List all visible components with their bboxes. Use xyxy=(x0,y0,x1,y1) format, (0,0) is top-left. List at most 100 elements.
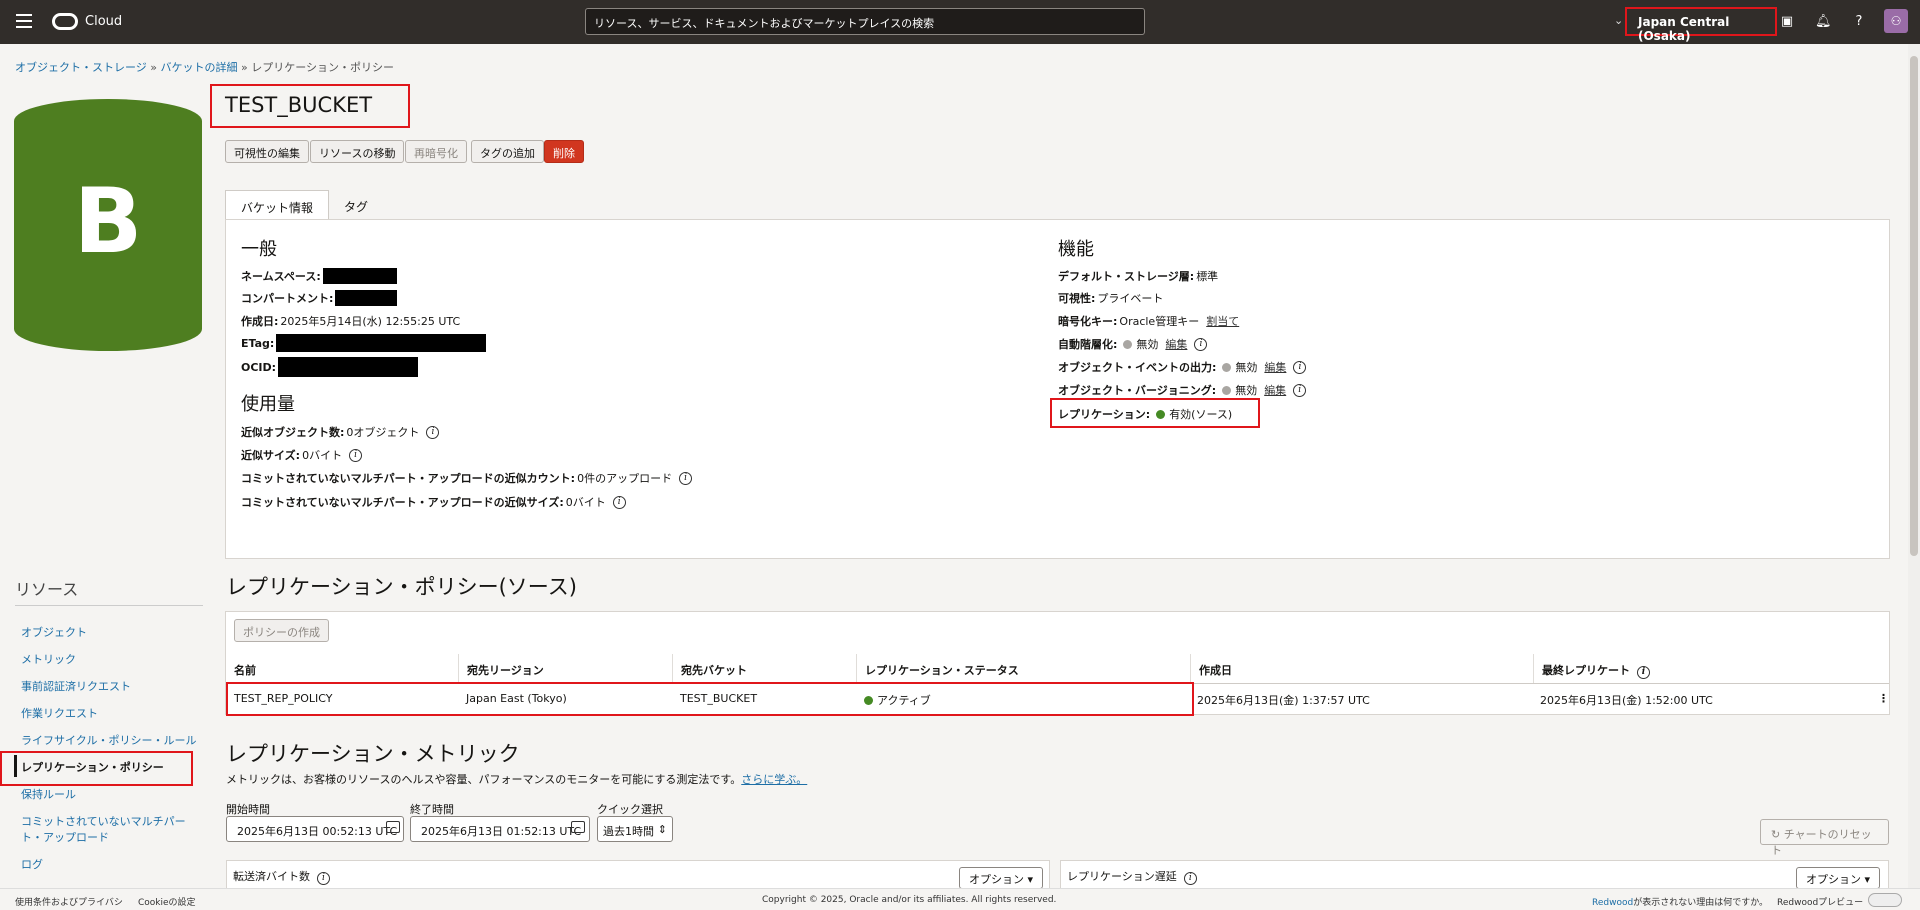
user-avatar-icon[interactable]: ⚇ xyxy=(1884,9,1908,33)
create-policy-button[interactable]: ポリシーの作成 xyxy=(234,619,329,642)
status-dot-icon xyxy=(1123,339,1133,349)
object-count-row: 近似オブジェクト数: 0オブジェクト i xyxy=(241,424,440,440)
policy-name[interactable]: TEST_REP_POLICY xyxy=(234,692,332,705)
end-time-label: 終了時間 xyxy=(410,803,454,816)
encryption-row: 暗号化キー: Oracle管理キー 割当て xyxy=(1058,313,1240,329)
column-header-dest-bucket[interactable]: 宛先バケット xyxy=(672,654,856,683)
delete-button[interactable]: 削除 xyxy=(544,140,584,163)
policy-dest-bucket: TEST_BUCKET xyxy=(680,692,758,705)
auto-tiering-row: 自動階層化: 無効 編集 i xyxy=(1058,336,1208,352)
info-icon[interactable]: i xyxy=(317,872,330,885)
info-icon[interactable]: i xyxy=(679,471,693,485)
cloud-shell-icon[interactable]: ▣ xyxy=(1779,14,1795,30)
redacted-value xyxy=(276,334,487,352)
redacted-value xyxy=(322,268,397,284)
breadcrumb-object-storage[interactable]: オブジェクト・ストレージ xyxy=(15,61,147,74)
multipart-size-row: コミットされていないマルチパート・アップロードの近似サイズ: 0バイト i xyxy=(241,494,626,510)
redwood-link[interactable]: Redwoodが表示されない理由は何ですか。 xyxy=(1592,895,1768,908)
sidebar-item-replication[interactable]: レプリケーション・ポリシー xyxy=(21,759,164,775)
column-header-last-replicated[interactable]: 最終レプリケート i xyxy=(1533,654,1889,683)
edit-visibility-button[interactable]: 可視性の編集 xyxy=(225,140,309,163)
cookie-settings-link[interactable]: Cookieの設定 xyxy=(138,895,196,908)
region-chevron-down-icon[interactable]: ⌄ xyxy=(1614,14,1623,27)
breadcrumb-bucket-details[interactable]: バケットの詳細 xyxy=(161,61,238,74)
bell-icon[interactable]: 🔔︎ xyxy=(1815,14,1832,30)
info-icon[interactable]: i xyxy=(426,425,440,439)
metrics-description: メトリックは、お客様のリソースのヘルスや容量、パフォーマンスのモニターを可能にす… xyxy=(226,773,808,786)
region-selector[interactable]: Japan Central (Osaka) xyxy=(1625,7,1777,43)
compartment-row: コンパートメント: xyxy=(241,290,398,306)
hamburger-menu-icon[interactable] xyxy=(16,14,32,28)
status-dot-icon xyxy=(864,695,873,705)
status-dot-icon xyxy=(1156,409,1166,419)
terms-link[interactable]: 使用条件およびプライバシ xyxy=(15,895,123,908)
info-icon[interactable]: i xyxy=(612,495,626,509)
options-button[interactable]: オプション ▾ xyxy=(959,867,1044,889)
info-icon[interactable]: i xyxy=(1293,360,1307,374)
column-header-status[interactable]: レプリケーション・ステータス xyxy=(856,654,1190,683)
sidebar-item-multipart-cont[interactable]: ト・アップロード xyxy=(21,829,109,845)
options-button[interactable]: オプション ▾ xyxy=(1796,867,1881,889)
status-dot-icon xyxy=(1222,362,1232,372)
replication-row: レプリケーション: 有効(ソース) xyxy=(1058,408,1233,421)
info-icon[interactable]: i xyxy=(349,448,363,462)
quick-select-dropdown[interactable]: 過去1時間 ⇕ xyxy=(597,816,673,842)
assign-key-link[interactable]: 割当て xyxy=(1206,313,1239,329)
column-header-dest-region[interactable]: 宛先リージョン xyxy=(458,654,672,683)
info-icon[interactable]: i xyxy=(1194,337,1208,351)
sidebar-item-par[interactable]: 事前認証済リクエスト xyxy=(21,678,131,694)
tab-bucket-info[interactable]: バケット情報 xyxy=(225,190,329,220)
sidebar-item-objects[interactable]: オブジェクト xyxy=(21,624,87,640)
search-input[interactable]: リソース、サービス、ドキュメントおよびマーケットプレイスの検索 xyxy=(585,8,1145,35)
reset-chart-button[interactable]: ↻ チャートのリセット xyxy=(1760,819,1889,857)
redwood-preview-toggle[interactable] xyxy=(1868,893,1902,907)
top-bar: Cloud リソース、サービス、ドキュメントおよびマーケットプレイスの検索 ⌄ … xyxy=(0,0,1920,44)
ocid-row: OCID: xyxy=(241,357,419,377)
start-time-input[interactable]: 2025年6月13日 00:52:13 UTC xyxy=(226,816,404,842)
help-icon[interactable]: ? xyxy=(1851,14,1867,30)
brand-label[interactable]: Cloud xyxy=(85,14,122,29)
divider xyxy=(15,605,203,606)
edit-auto-tiering-link[interactable]: 編集 xyxy=(1165,336,1187,352)
add-tag-button[interactable]: タグの追加 xyxy=(471,140,544,163)
kebab-menu-icon[interactable]: ⋮ xyxy=(1878,692,1889,705)
footer: 使用条件およびプライバシ Cookieの設定 Copyright © 2025,… xyxy=(0,888,1920,910)
tab-tags[interactable]: タグ xyxy=(329,190,383,220)
breadcrumb-current: レプリケーション・ポリシー xyxy=(251,61,395,74)
end-time-input[interactable]: 2025年6月13日 01:52:13 UTC xyxy=(410,816,590,842)
column-header-created[interactable]: 作成日 xyxy=(1190,654,1533,683)
sidebar-item-retention[interactable]: 保持ルール xyxy=(21,786,76,802)
column-header-name[interactable]: 名前 xyxy=(226,654,458,683)
usage-section-title: 使用量 xyxy=(241,394,295,415)
sidebar-item-work-requests[interactable]: 作業リクエスト xyxy=(21,705,98,721)
calendar-icon[interactable] xyxy=(571,821,585,833)
etag-row: ETag: xyxy=(241,334,487,352)
versioning-row: オブジェクト・バージョニング: 無効 編集 i xyxy=(1058,382,1307,398)
edit-events-link[interactable]: 編集 xyxy=(1264,359,1286,375)
oracle-logo-icon[interactable] xyxy=(52,13,78,30)
active-indicator xyxy=(14,755,17,777)
start-time-label: 開始時間 xyxy=(226,803,270,816)
info-icon[interactable]: i xyxy=(1293,383,1307,397)
sidebar-item-lifecycle[interactable]: ライフサイクル・ポリシー・ルール xyxy=(21,732,196,748)
updown-icon: ⇕ xyxy=(657,823,667,836)
policy-created: 2025年6月13日(金) 1:37:57 UTC xyxy=(1197,694,1370,707)
info-icon[interactable]: i xyxy=(1637,666,1650,679)
calendar-icon[interactable] xyxy=(386,821,400,833)
sidebar-item-multipart[interactable]: コミットされていないマルチパー xyxy=(21,813,186,829)
move-resource-button[interactable]: リソースの移動 xyxy=(310,140,405,163)
sidebar-item-metrics[interactable]: メトリック xyxy=(21,651,76,667)
info-icon[interactable]: i xyxy=(1183,872,1197,885)
policy-dest-region: Japan East (Tokyo) xyxy=(466,692,567,705)
scrollbar-thumb[interactable] xyxy=(1910,56,1918,556)
edit-versioning-link[interactable]: 編集 xyxy=(1264,382,1286,398)
reencrypt-button[interactable]: 再暗号化 xyxy=(405,140,467,163)
sidebar-item-logs[interactable]: ログ xyxy=(21,856,43,872)
chart-title-bytes: 転送済バイト数 i xyxy=(233,868,330,885)
multipart-count-row: コミットされていないマルチパート・アップロードの近似カウント: 0件のアップロード… xyxy=(241,470,693,486)
learn-more-link[interactable]: さらに学ぶ。 xyxy=(741,773,807,786)
bucket-icon: B xyxy=(14,99,202,351)
policy-status: アクティブ xyxy=(860,692,931,708)
created-row: 作成日: 2025年5月14日(水) 12:55:25 UTC xyxy=(241,315,461,328)
redwood-preview-label: Redwoodプレビュー xyxy=(1777,898,1864,908)
